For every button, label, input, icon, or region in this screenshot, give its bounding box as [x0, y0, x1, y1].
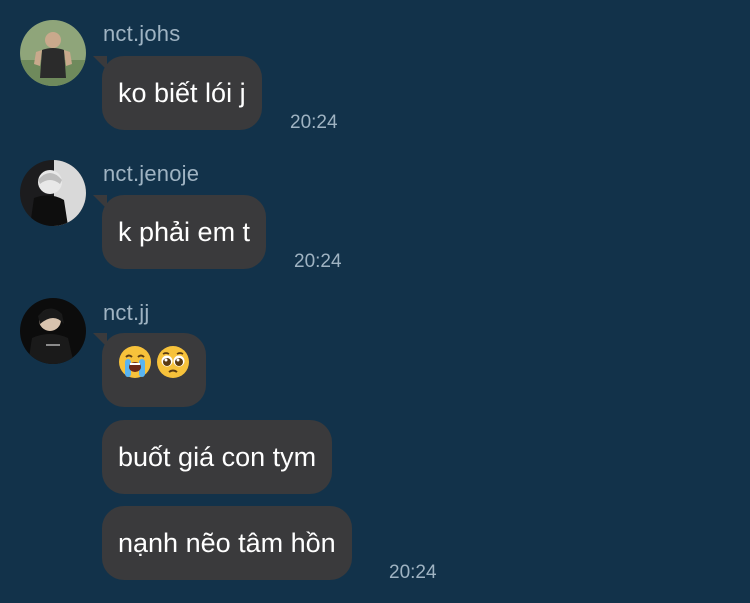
username-label: nct.johs: [103, 21, 181, 46]
message-bubble[interactable]: k phải em t: [92, 195, 267, 269]
message-bubble[interactable]: nạnh nẽo tâm hồn: [102, 506, 352, 580]
message-timestamp: 20:24: [294, 251, 342, 272]
avatar-nct-jj[interactable]: [20, 298, 86, 364]
message-timestamp: 20:24: [389, 562, 437, 583]
message-text: ko biết lói j: [118, 78, 246, 108]
avatar-nct-johs[interactable]: [20, 20, 86, 86]
message-text: k phải em t: [118, 217, 251, 247]
message-text: nạnh nẽo tâm hồn: [118, 528, 336, 558]
message-text: buốt giá con tym: [118, 442, 317, 472]
emoji-message-bubble[interactable]: [93, 333, 206, 407]
pleading-face-emoji: [156, 333, 190, 407]
message-timestamp: 20:24: [290, 112, 338, 133]
username-label: nct.jenoje: [103, 161, 200, 186]
avatar-nct-jenoje[interactable]: [20, 160, 86, 226]
loudly-crying-face-emoji: [118, 333, 152, 407]
username-label: nct.jj: [103, 300, 150, 325]
message-bubble[interactable]: ko biết lói j: [93, 56, 262, 130]
message-bubble[interactable]: buốt giá con tym: [102, 420, 333, 494]
